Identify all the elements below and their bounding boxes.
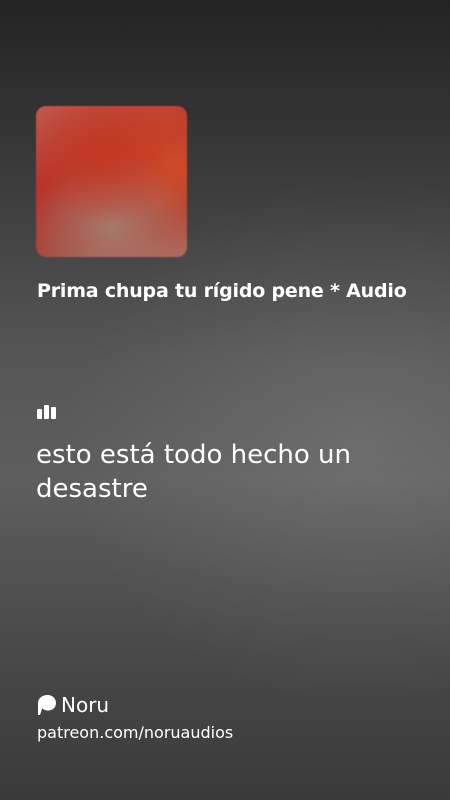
- creator-row: Noru: [37, 693, 109, 717]
- album-cover: [36, 106, 187, 257]
- lyric-text: esto está todo hecho un desastre: [36, 440, 351, 504]
- audio-bars-icon: [37, 405, 56, 419]
- creator-name: Noru: [61, 693, 110, 717]
- creator-link[interactable]: patreon.com/noruaudios: [37, 723, 233, 742]
- track-title: Prima chupa tu rígido pene * Audio: [37, 280, 407, 302]
- share-card: Prima chupa tu rígido pene * Audio esto …: [0, 0, 450, 800]
- patreon-icon: [38, 695, 56, 715]
